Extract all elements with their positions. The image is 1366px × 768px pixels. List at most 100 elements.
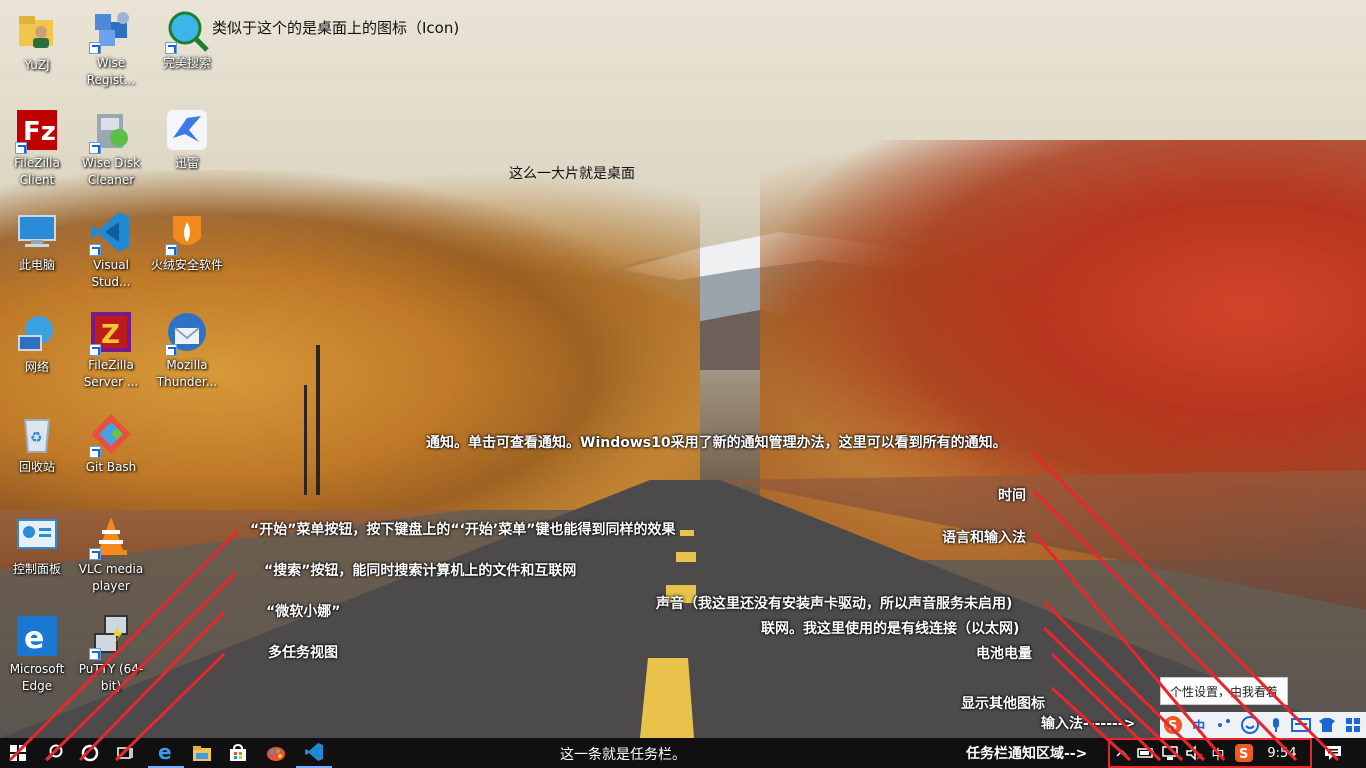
taskbar-paint[interactable] — [258, 738, 294, 768]
desktop-icon-filezilla-client[interactable]: Fz FileZilla Client — [2, 108, 72, 189]
start-button[interactable] — [0, 738, 36, 768]
desktop-icon-wise-registry[interactable]: Wise Regist... — [76, 8, 146, 89]
search-icon — [46, 744, 63, 761]
desktop-icon-recycle-bin[interactable]: ♻ 回收站 — [2, 412, 72, 476]
desktop-icon-label: Mozilla Thunder... — [156, 358, 218, 389]
control-panel-icon — [15, 514, 59, 558]
desktop-icon-yuzj[interactable]: YuZJ — [2, 10, 72, 74]
annotation-desktop-note: 这么一大片就是桌面 — [509, 166, 635, 182]
annotation-language-note: 语言和输入法 — [942, 530, 1026, 546]
vlc-icon — [89, 514, 133, 560]
annotation-cortana-note: “微软小娜” — [266, 604, 341, 620]
network-button[interactable] — [1158, 745, 1182, 761]
road-marking — [676, 552, 696, 562]
desktop-icon-label: 控制面板 — [12, 562, 61, 576]
store-icon — [230, 744, 246, 761]
recycle-bin-icon: ♻ — [15, 412, 59, 456]
task-view-button[interactable] — [108, 738, 144, 768]
desktop-icon-label: Wise Regist... — [86, 56, 136, 87]
keyboard-icon[interactable] — [1291, 714, 1312, 736]
road-marking — [680, 530, 694, 536]
sogou-tray-button[interactable]: S — [1230, 743, 1258, 763]
desktop-icon-visual-studio[interactable]: Visual Stud... — [76, 210, 146, 291]
desktop-icon-label: 火绒安全软件 — [150, 258, 223, 272]
mic-icon[interactable] — [1266, 714, 1286, 736]
annotation-time-note: 时间 — [998, 488, 1026, 504]
desktop-icon-git-bash[interactable]: Git Bash — [76, 412, 146, 476]
annotation-taskview-note: 多任务视图 — [268, 645, 338, 661]
cortana-button[interactable] — [72, 738, 108, 768]
battery-button[interactable] — [1134, 747, 1158, 759]
huorong-icon — [165, 210, 209, 256]
desktop-icon-label: PuTTY (64-bit) — [78, 662, 144, 693]
search-button[interactable] — [36, 738, 72, 768]
desktop-icon-label: Git Bash — [85, 460, 137, 474]
taskbar-explorer[interactable] — [184, 738, 220, 768]
emoji-icon[interactable] — [1240, 714, 1260, 736]
annotation-hidden-icons-note: 显示其他图标 — [961, 696, 1045, 712]
desktop-icon-thunderbird[interactable]: Mozilla Thunder... — [152, 310, 222, 391]
desktop-icon-huorong[interactable]: 火绒安全软件 — [150, 210, 223, 274]
desktop-icon-this-pc[interactable]: 此电脑 — [2, 210, 72, 274]
wallpaper-pole — [316, 345, 320, 495]
svg-text:S: S — [1168, 719, 1177, 734]
svg-text:e: e — [24, 621, 44, 656]
desktop-icon-putty[interactable]: PuTTY (64-bit) — [76, 614, 146, 695]
svg-text:♻: ♻ — [30, 430, 43, 446]
vscode-icon — [305, 743, 323, 761]
annotation-battery-note: 电池电量 — [976, 646, 1032, 662]
annotation-sound-note: 声音（我这里还没有安装声卡驱动，所以声音服务未启用) — [656, 596, 1013, 612]
thunderbird-icon — [165, 310, 209, 356]
taskbar[interactable]: e 这一条就是任务栏。 任务栏通知区域--> 中 S 9:54 — [0, 738, 1366, 768]
desktop-icon-label: 网络 — [24, 360, 49, 374]
ethernet-icon — [1162, 746, 1178, 760]
sogou-icon[interactable]: S — [1163, 714, 1183, 736]
chinese-mode-icon[interactable]: 中 — [1189, 714, 1209, 736]
desktop-icon-control-panel[interactable]: 控制面板 — [2, 514, 72, 578]
speaker-muted-icon — [1186, 745, 1203, 761]
thunder-bird-icon — [165, 108, 209, 152]
desktop-icon-network[interactable]: 网络 — [2, 312, 72, 376]
desktop-icon-label: Microsoft Edge — [9, 662, 65, 693]
svg-text:Z: Z — [101, 320, 120, 350]
taskbar-vscode[interactable] — [296, 738, 332, 768]
taskbar-store[interactable] — [220, 738, 256, 768]
explorer-icon — [193, 746, 211, 761]
sound-button[interactable] — [1182, 745, 1206, 761]
desktop-icon-edge[interactable]: e Microsoft Edge — [2, 614, 72, 695]
tools-icon[interactable] — [1343, 714, 1363, 736]
desktop-icon-wise-disk-cleaner[interactable]: Wise Disk Cleaner — [76, 108, 146, 189]
vscode-icon — [89, 210, 133, 256]
wise-registry-icon — [89, 8, 133, 54]
sogou-icon: S — [1235, 744, 1253, 762]
annotation-tray-area-note: 任务栏通知区域--> — [966, 746, 1088, 762]
skin-icon[interactable] — [1317, 714, 1337, 736]
desktop[interactable]: YuZJ Wise Regist... 完美搜索 Fz FileZilla Cl… — [0, 0, 1366, 738]
action-center-button[interactable] — [1318, 738, 1348, 768]
desktop-icon-label: FileZilla Client — [14, 156, 60, 187]
desktop-icon-label: VLC media player — [78, 562, 144, 593]
start-icon — [10, 745, 26, 761]
this-pc-icon — [15, 210, 59, 254]
punctuation-icon[interactable] — [1215, 714, 1235, 736]
desktop-icon-label: Wise Disk Cleaner — [81, 156, 141, 187]
network-icon — [15, 312, 59, 356]
task-view-icon — [117, 747, 133, 759]
desktop-icon-filezilla-server[interactable]: Z FileZilla Server ... — [76, 310, 146, 391]
desktop-icon-thunder[interactable]: 迅雷 — [152, 108, 222, 172]
ime-toolbar[interactable]: S 中 — [1160, 712, 1366, 738]
desktop-icon-label: 回收站 — [18, 460, 55, 474]
taskbar-edge[interactable]: e — [148, 738, 184, 768]
desktop-icon-label: 完美搜索 — [162, 56, 211, 70]
annotation-network-note: 联网。我这里使用的是有线连接（以太网) — [761, 621, 1020, 637]
notification-area[interactable]: 中 S 9:54 — [1108, 738, 1312, 768]
desktop-icon-label: 迅雷 — [174, 156, 199, 170]
clock[interactable]: 9:54 — [1258, 746, 1306, 761]
show-hidden-icons-button[interactable] — [1110, 749, 1134, 757]
desktop-icon-vlc[interactable]: VLC media player — [76, 514, 146, 595]
git-icon — [89, 412, 133, 458]
svg-text:Fz: Fz — [23, 117, 56, 147]
input-language-indicator[interactable]: 中 — [1206, 744, 1230, 763]
svg-text:S: S — [1239, 747, 1248, 762]
paint-icon — [267, 747, 285, 761]
